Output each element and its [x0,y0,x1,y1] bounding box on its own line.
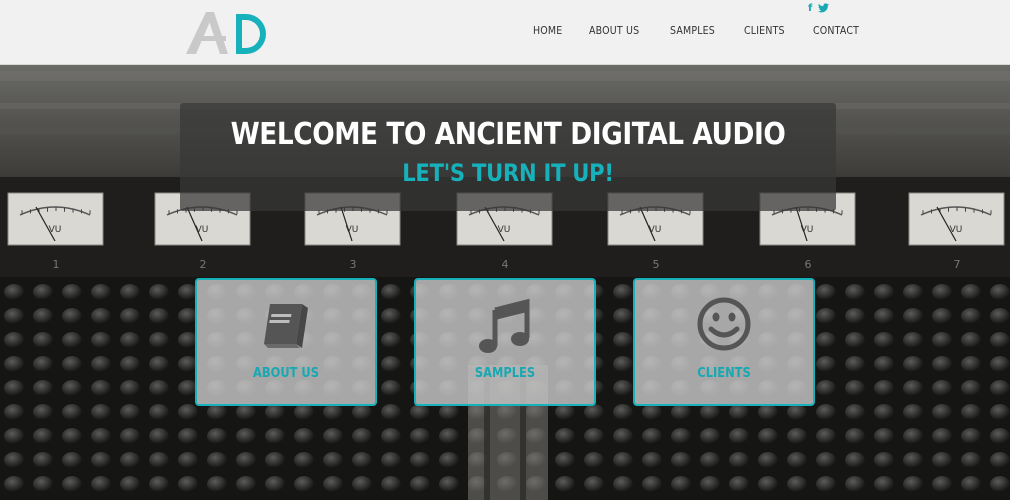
vu-label: VU [49,225,62,235]
channel-number: 5 [653,258,660,271]
channel-number: 4 [502,258,509,271]
book-icon [264,304,308,348]
hero-title: WELCOME TO ANCIENT DIGITAL AUDIO [230,117,786,152]
main-nav: HOME ABOUT US SAMPLES CLIENTS CONTACT [522,24,878,40]
card-label-clients: CLIENTS [697,366,751,381]
nav-home[interactable]: HOME [533,24,562,40]
hero-subtitle: LET'S TURN IT UP! [402,159,614,187]
channel-number: 3 [350,258,357,271]
channel-number: 2 [200,258,207,271]
vu-label: VU [196,225,209,235]
smiley-icon [697,297,751,351]
channel-number: 6 [805,258,812,271]
card-label-samples: SAMPLES [474,366,536,381]
channel-number: 1 [53,258,60,271]
welcome-banner: WELCOME TO ANCIENT DIGITAL AUDIO LET'S T… [180,103,836,211]
facebook-icon[interactable]: f [808,3,812,17]
nav-samples[interactable]: SAMPLES [670,24,715,40]
card-samples[interactable]: SAMPLES [414,278,596,406]
nav-about-us[interactable]: ABOUT US [589,24,639,40]
card-label-about-us: ABOUT US [253,366,319,381]
card-clients[interactable]: CLIENTS [633,278,815,406]
vu-label: VU [950,225,963,235]
music-note-icon [479,298,530,353]
logo-icon[interactable] [184,6,274,56]
nav-clients[interactable]: CLIENTS [744,24,785,40]
vu-label: VU [498,225,511,235]
twitter-icon[interactable] [818,3,830,17]
hero-section: VU 1 VU 2 VU 3 VU 4 VU 5 VU 6 VU 7 WELCOME TO ANCIENT… [0,65,1010,500]
vu-label: VU [649,225,662,235]
card-about-us[interactable]: ABOUT US [195,278,377,406]
nav-contact[interactable]: CONTACT [813,24,859,40]
site-header: HOME ABOUT US SAMPLES CLIENTS CONTACT f [0,0,1010,65]
social-links: f [808,3,830,17]
channel-number: 7 [954,258,961,271]
vu-label: VU [801,225,814,235]
vu-label: VU [346,225,359,235]
